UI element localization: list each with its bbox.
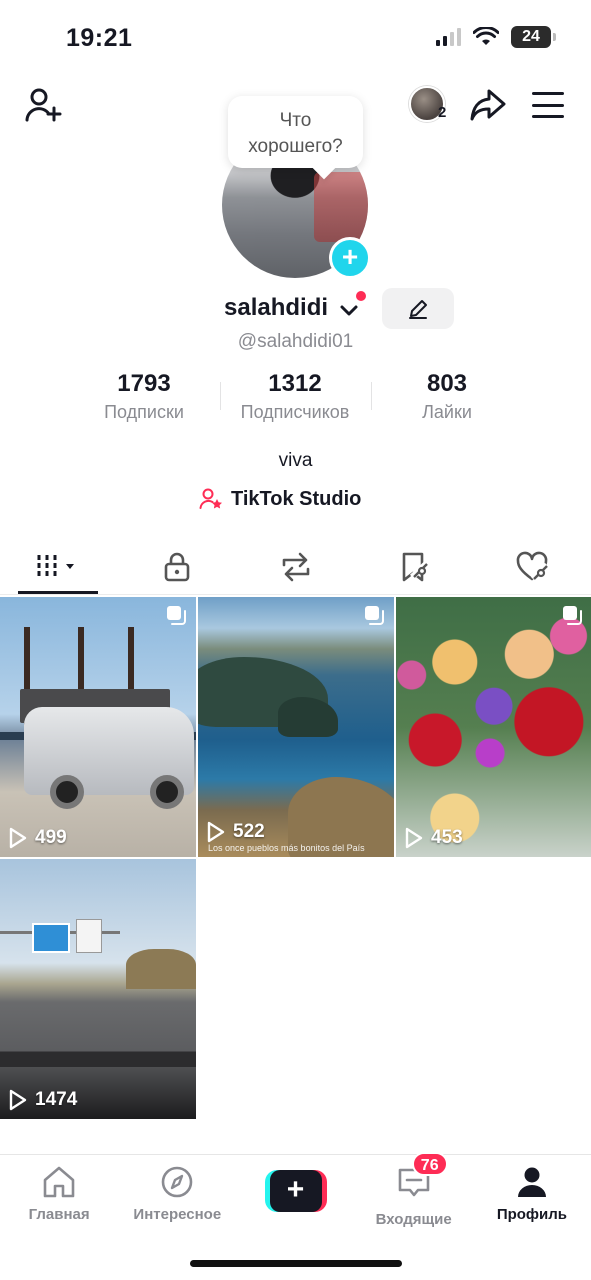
tab-reposts[interactable] [236,540,354,594]
view-count-value: 1474 [35,1089,78,1110]
home-indicator [190,1260,402,1267]
thumb-detail [278,697,338,737]
lock-icon [164,552,190,582]
stat-followers-label: Подписчиков [240,402,350,422]
content-tabs [0,540,591,594]
chevron-down-icon[interactable] [339,300,359,320]
view-count: 499 [8,827,67,849]
nav-home[interactable]: Главная [0,1160,118,1230]
play-icon [207,821,225,843]
user-handle: @salahdidi01 [237,331,354,352]
view-count: 522 [206,821,265,843]
stat-following-label: Подписки [104,402,184,422]
add-friend-button[interactable] [22,84,64,126]
nav-home-label: Главная [28,1206,90,1223]
nav-create[interactable]: + [236,1160,354,1230]
view-count-value: 522 [233,821,265,842]
repost-icon [282,552,309,582]
videos-grid-icon [37,555,75,579]
tiktok-studio-label: TikTok Studio [231,487,362,510]
tiktok-studio-link[interactable]: TikTok Studio [199,487,361,511]
stat-likes-value: 803 [426,370,468,397]
nav-inbox[interactable]: 76 Входящие [355,1152,473,1230]
status-icons: 24 [436,26,556,48]
stat-followers-value: 1312 [268,370,322,397]
tab-favorites[interactable] [355,540,473,594]
edit-profile-button[interactable] [382,288,454,329]
stat-likes-label: Лайки [422,402,472,422]
inbox-icon-wrap: 76 [396,1152,448,1205]
thumb-detail [150,775,184,809]
tab-private[interactable] [118,540,236,594]
stat-likes[interactable]: 803 Лайки [372,370,522,423]
play-icon [9,827,27,849]
nav-profile[interactable]: Профиль [473,1160,591,1230]
view-count: 1474 [8,1089,77,1111]
nav-inbox-label: Входящие [375,1211,452,1228]
status-time: 19:21 [66,24,133,52]
share-icon [470,89,506,121]
username[interactable]: salahdidi [224,294,328,322]
status-tooltip[interactable]: Что хорошего? [228,96,363,168]
tab-videos[interactable] [0,540,118,594]
thumb-detail [126,949,196,989]
menu-icon [532,92,564,95]
view-count-value: 499 [35,827,67,848]
play-icon [405,827,423,849]
battery-level: 24 [522,28,540,45]
bottom-navigation: Главная Интересное + 76 Входящие Профиль [0,1152,591,1230]
home-icon [43,1166,75,1198]
stat-followers[interactable]: 1312 Подписчиков [220,370,370,423]
inbox-badge: 76 [411,1152,448,1176]
wifi-icon [473,27,499,45]
add-story-button[interactable]: + [329,237,371,279]
share-profile-button[interactable] [467,84,509,126]
thumb-detail [32,923,70,953]
tab-liked[interactable] [473,540,591,594]
thumb-detail [50,775,84,809]
add-user-icon [25,88,62,122]
thumb-detail [76,919,102,953]
nav-discover-label: Интересное [133,1206,222,1223]
pencil-icon [409,299,427,319]
liked-icon [516,551,549,582]
view-count-value: 453 [431,827,463,848]
multi-photo-icon [365,606,384,625]
create-button[interactable]: + [264,1170,327,1212]
view-count: 453 [404,827,463,849]
multi-photo-icon [563,606,582,625]
video-caption: Los once pueblos más bonitos del País [208,843,365,853]
compass-icon [161,1166,193,1198]
nav-profile-label: Профиль [496,1206,568,1223]
creator-star-icon [199,488,222,509]
video-tile[interactable]: 453 [396,597,591,857]
cellular-signal-icon [436,28,461,46]
profile-bio: viva [278,450,313,471]
battery-icon: 24 [511,26,556,48]
bookmark-icon [402,552,429,582]
stat-following-value: 1793 [117,370,171,397]
video-tile[interactable]: 1474 [0,859,196,1119]
play-icon [9,1089,27,1111]
nav-discover[interactable]: Интересное [118,1160,236,1230]
video-tile[interactable]: 522 Los once pueblos más bonitos del Paí… [198,597,394,857]
plus-icon: + [341,241,359,272]
account-count: 2 [438,104,447,121]
video-tile[interactable]: 499 [0,597,196,857]
tooltip-line-1: Что [279,110,312,131]
notification-dot [356,291,366,301]
stat-following[interactable]: 1793 Подписки [69,370,219,423]
nav-divider [0,1154,591,1155]
tooltip-line-2: хорошего? [248,136,343,157]
multi-photo-icon [167,606,186,625]
tabs-divider [0,594,591,595]
profile-icon [517,1167,546,1197]
menu-button[interactable] [530,88,566,122]
plus-icon: + [269,1170,322,1212]
